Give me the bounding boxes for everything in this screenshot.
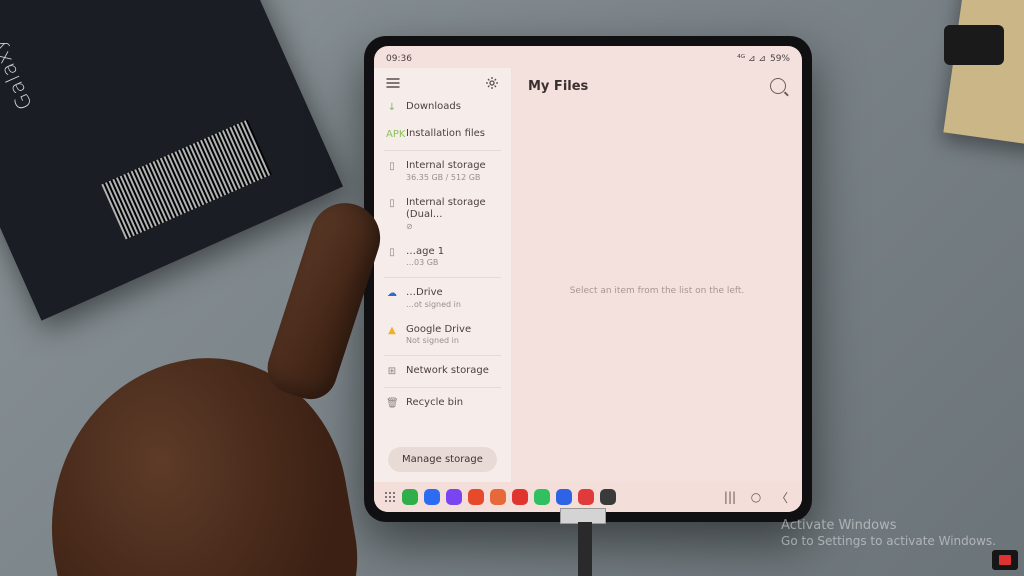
sidebar-item-google-drive[interactable]: ▲ Google DriveNot signed in — [374, 317, 511, 354]
sidebar-item-label: Internal storage — [406, 160, 486, 173]
sidebar-item-sub: …03 GB — [406, 258, 444, 268]
sidebar-item-downloads[interactable]: ↓ Downloads — [374, 94, 511, 121]
app-drawer-icon[interactable] — [384, 491, 396, 503]
sidebar-item-icon: APK — [386, 129, 398, 141]
box-label: Galaxy Z Fold6 — [0, 0, 37, 114]
phone-frame: 09:36 ⁴ᴳ ⊿ ⊿ 59% ↓Downl — [364, 36, 812, 522]
sidebar-divider — [384, 387, 501, 388]
status-time: 09:36 — [386, 54, 412, 64]
sidebar-item-internal-storage[interactable]: ▯ Internal storage36.35 GB / 512 GB — [374, 153, 511, 190]
sidebar-list: ↓ Downloads APK Installation files ▯ Internal… — [374, 94, 511, 441]
watermark-title: Activate Windows — [781, 518, 996, 535]
sidebar-item-installation-files[interactable]: APK Installation files — [374, 121, 511, 148]
dock-app-6[interactable] — [534, 489, 550, 505]
empty-state: Select an item from the list on the left… — [512, 100, 802, 482]
dock-app-1[interactable] — [424, 489, 440, 505]
channel-badge — [992, 550, 1018, 570]
sidebar-item-label: Network storage — [406, 365, 489, 378]
dock-app-0[interactable] — [402, 489, 418, 505]
main-panel: My Files Select an item from the list on… — [512, 68, 802, 482]
nav-back[interactable]: 〈 — [772, 489, 792, 506]
sidebar-item-recycle-bin[interactable]: 🗑 Recycle bin — [374, 390, 511, 417]
sidebar-item-label: Installation files — [406, 128, 485, 141]
dock-apps — [402, 489, 616, 505]
sidebar-item-label: Google Drive — [406, 324, 471, 337]
sidebar-item-label: …age 1 — [406, 246, 444, 259]
wood-block — [943, 0, 1024, 146]
watermark-sub: Go to Settings to activate Windows. — [781, 534, 996, 550]
sidebar-item-sub: Not signed in — [406, 336, 471, 346]
dock-app-3[interactable] — [468, 489, 484, 505]
sidebar: ↓ Downloads APK Installation files ▯ Internal… — [374, 68, 512, 482]
sidebar-item-icon: ⊞ — [386, 366, 398, 378]
sidebar-item-internal-storage-dual[interactable]: ▯ Internal storage (Dual...⊘ — [374, 190, 511, 239]
signal-icon: ⁴ᴳ ⊿ ⊿ — [737, 54, 766, 64]
sidebar-item-icon: 🗑 — [386, 398, 398, 410]
phone-screen: 09:36 ⁴ᴳ ⊿ ⊿ 59% ↓Downl — [374, 46, 802, 512]
sidebar-item-icon: ▯ — [386, 161, 398, 173]
nav-recents[interactable]: ||| — [720, 490, 740, 504]
sidebar-item-icon: ☁ — [386, 288, 398, 300]
dock-app-8[interactable] — [578, 489, 594, 505]
battery-label: 59% — [770, 54, 790, 64]
sidebar-item-sub: 36.35 GB / 512 GB — [406, 173, 486, 183]
sidebar-item-icon: ▯ — [386, 247, 398, 259]
main-header: My Files — [512, 68, 802, 100]
nav-home[interactable]: ○ — [746, 490, 766, 504]
sidebar-divider — [384, 150, 501, 151]
sidebar-item-sub: …ot signed in — [406, 300, 461, 310]
sidebar-header — [374, 68, 511, 94]
page-title: My Files — [528, 79, 588, 94]
my-files-app: ↓ Downloads APK Installation files ▯ Internal… — [374, 68, 802, 482]
sidebar-divider — [384, 355, 501, 356]
product-box: Galaxy Z Fold6 — [0, 0, 343, 321]
sidebar-item-sub: ⊘ — [406, 222, 501, 232]
usb-cable — [578, 522, 592, 576]
search-icon[interactable] — [770, 78, 786, 94]
sidebar-item-drive[interactable]: ☁ …Drive…ot signed in — [374, 280, 511, 317]
sidebar-item-label: Internal storage (Dual... — [406, 197, 501, 222]
dock-app-4[interactable] — [490, 489, 506, 505]
hamburger-icon[interactable] — [386, 76, 400, 90]
sidebar-item-label: …Drive — [406, 287, 461, 300]
sidebar-item-label: Downloads — [406, 101, 461, 114]
scene-root: Galaxy Z Fold6 09:36 ⁴ᴳ ⊿ ⊿ 59% — [0, 0, 1024, 576]
gear-icon[interactable] — [485, 76, 499, 90]
manage-storage-button[interactable]: Manage storage — [388, 447, 497, 472]
status-right: ⁴ᴳ ⊿ ⊿ 59% — [737, 54, 790, 64]
dock-app-2[interactable] — [446, 489, 462, 505]
sidebar-item-age-1[interactable]: ▯ …age 1…03 GB — [374, 239, 511, 276]
sidebar-item-icon: ▯ — [386, 198, 398, 210]
dock-app-7[interactable] — [556, 489, 572, 505]
sidebar-item-icon: ▲ — [386, 325, 398, 337]
sidebar-item-icon: ↓ — [386, 102, 398, 114]
dock-app-9[interactable] — [600, 489, 616, 505]
sidebar-item-network-storage[interactable]: ⊞ Network storage — [374, 358, 511, 385]
windows-watermark: Activate Windows Go to Settings to activ… — [781, 518, 996, 550]
sidebar-divider — [384, 277, 501, 278]
dock-app-5[interactable] — [512, 489, 528, 505]
sidebar-item-label: Recycle bin — [406, 397, 463, 410]
camera-clamp — [944, 25, 1004, 65]
barcode — [101, 120, 272, 240]
status-bar: 09:36 ⁴ᴳ ⊿ ⊿ 59% — [374, 46, 802, 68]
